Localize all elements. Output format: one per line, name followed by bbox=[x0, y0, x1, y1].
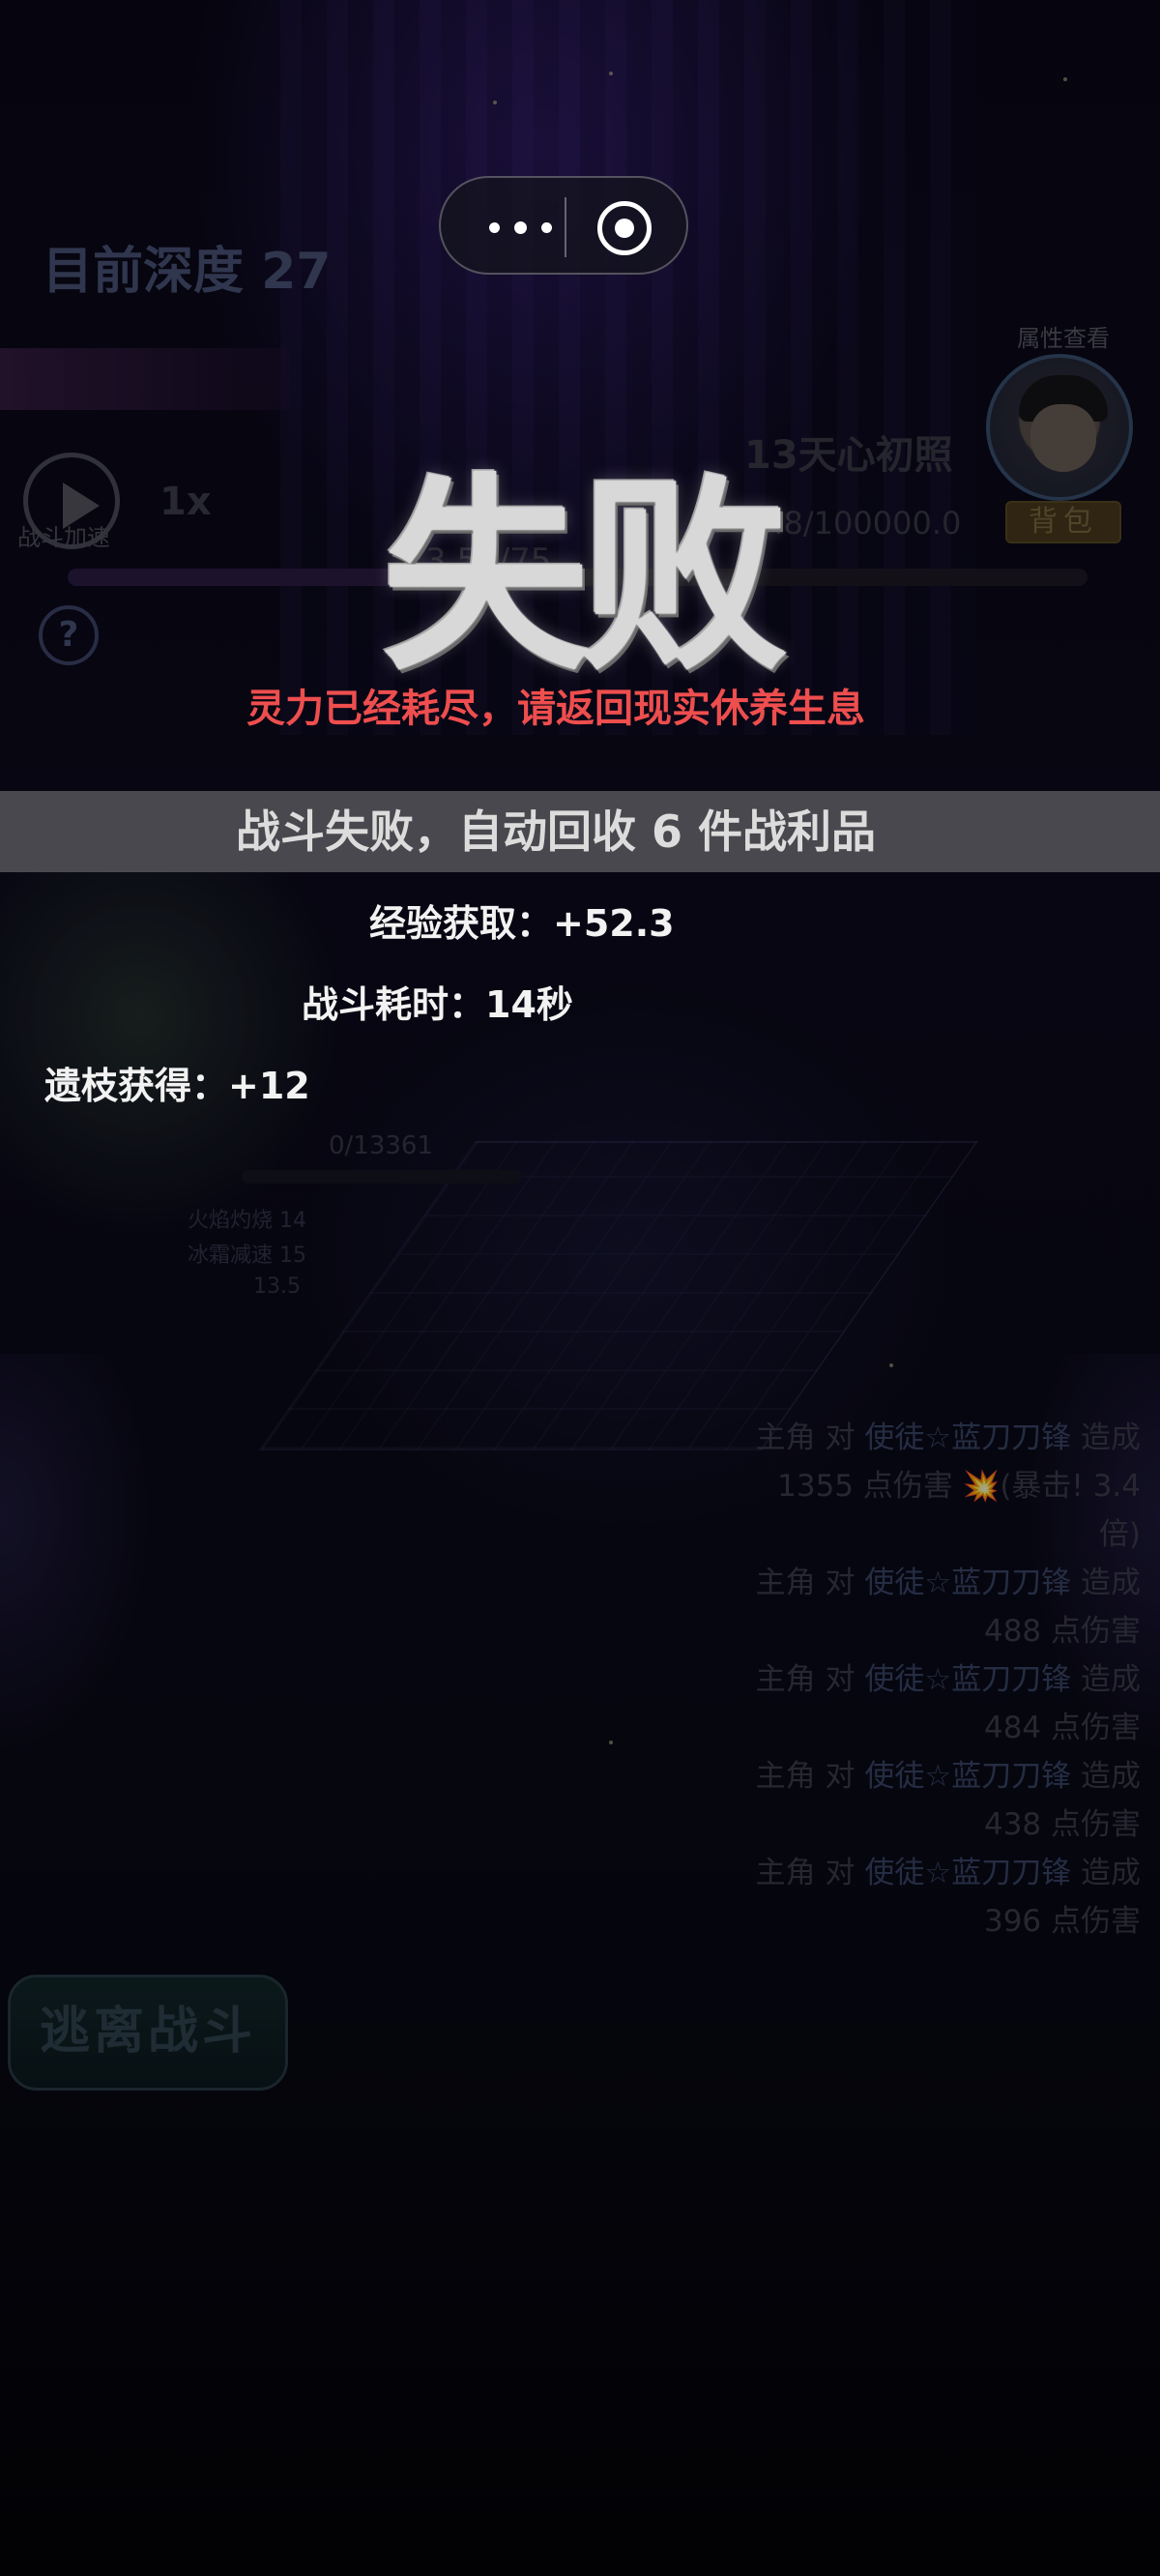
loot-banner: 战斗失败，自动回收 6 件战利品 bbox=[0, 791, 1160, 872]
target-close-icon[interactable] bbox=[597, 201, 652, 255]
more-dots-icon[interactable] bbox=[476, 201, 566, 253]
exp-reward: 经验获取：+52.3 bbox=[369, 902, 675, 945]
capsule-divider bbox=[565, 197, 566, 257]
relic-reward: 遗枝获得：+12 bbox=[44, 1065, 310, 1107]
mini-program-capsule bbox=[439, 176, 688, 275]
defeat-message: 灵力已经耗尽，请返回现实休养生息 bbox=[246, 687, 865, 731]
battle-time: 战斗耗时：14秒 bbox=[302, 983, 573, 1026]
loot-banner-text: 战斗失败，自动回收 6 件战利品 bbox=[235, 805, 877, 858]
defeat-title: 失败 bbox=[382, 454, 788, 698]
result-overlay bbox=[0, 0, 1160, 2576]
